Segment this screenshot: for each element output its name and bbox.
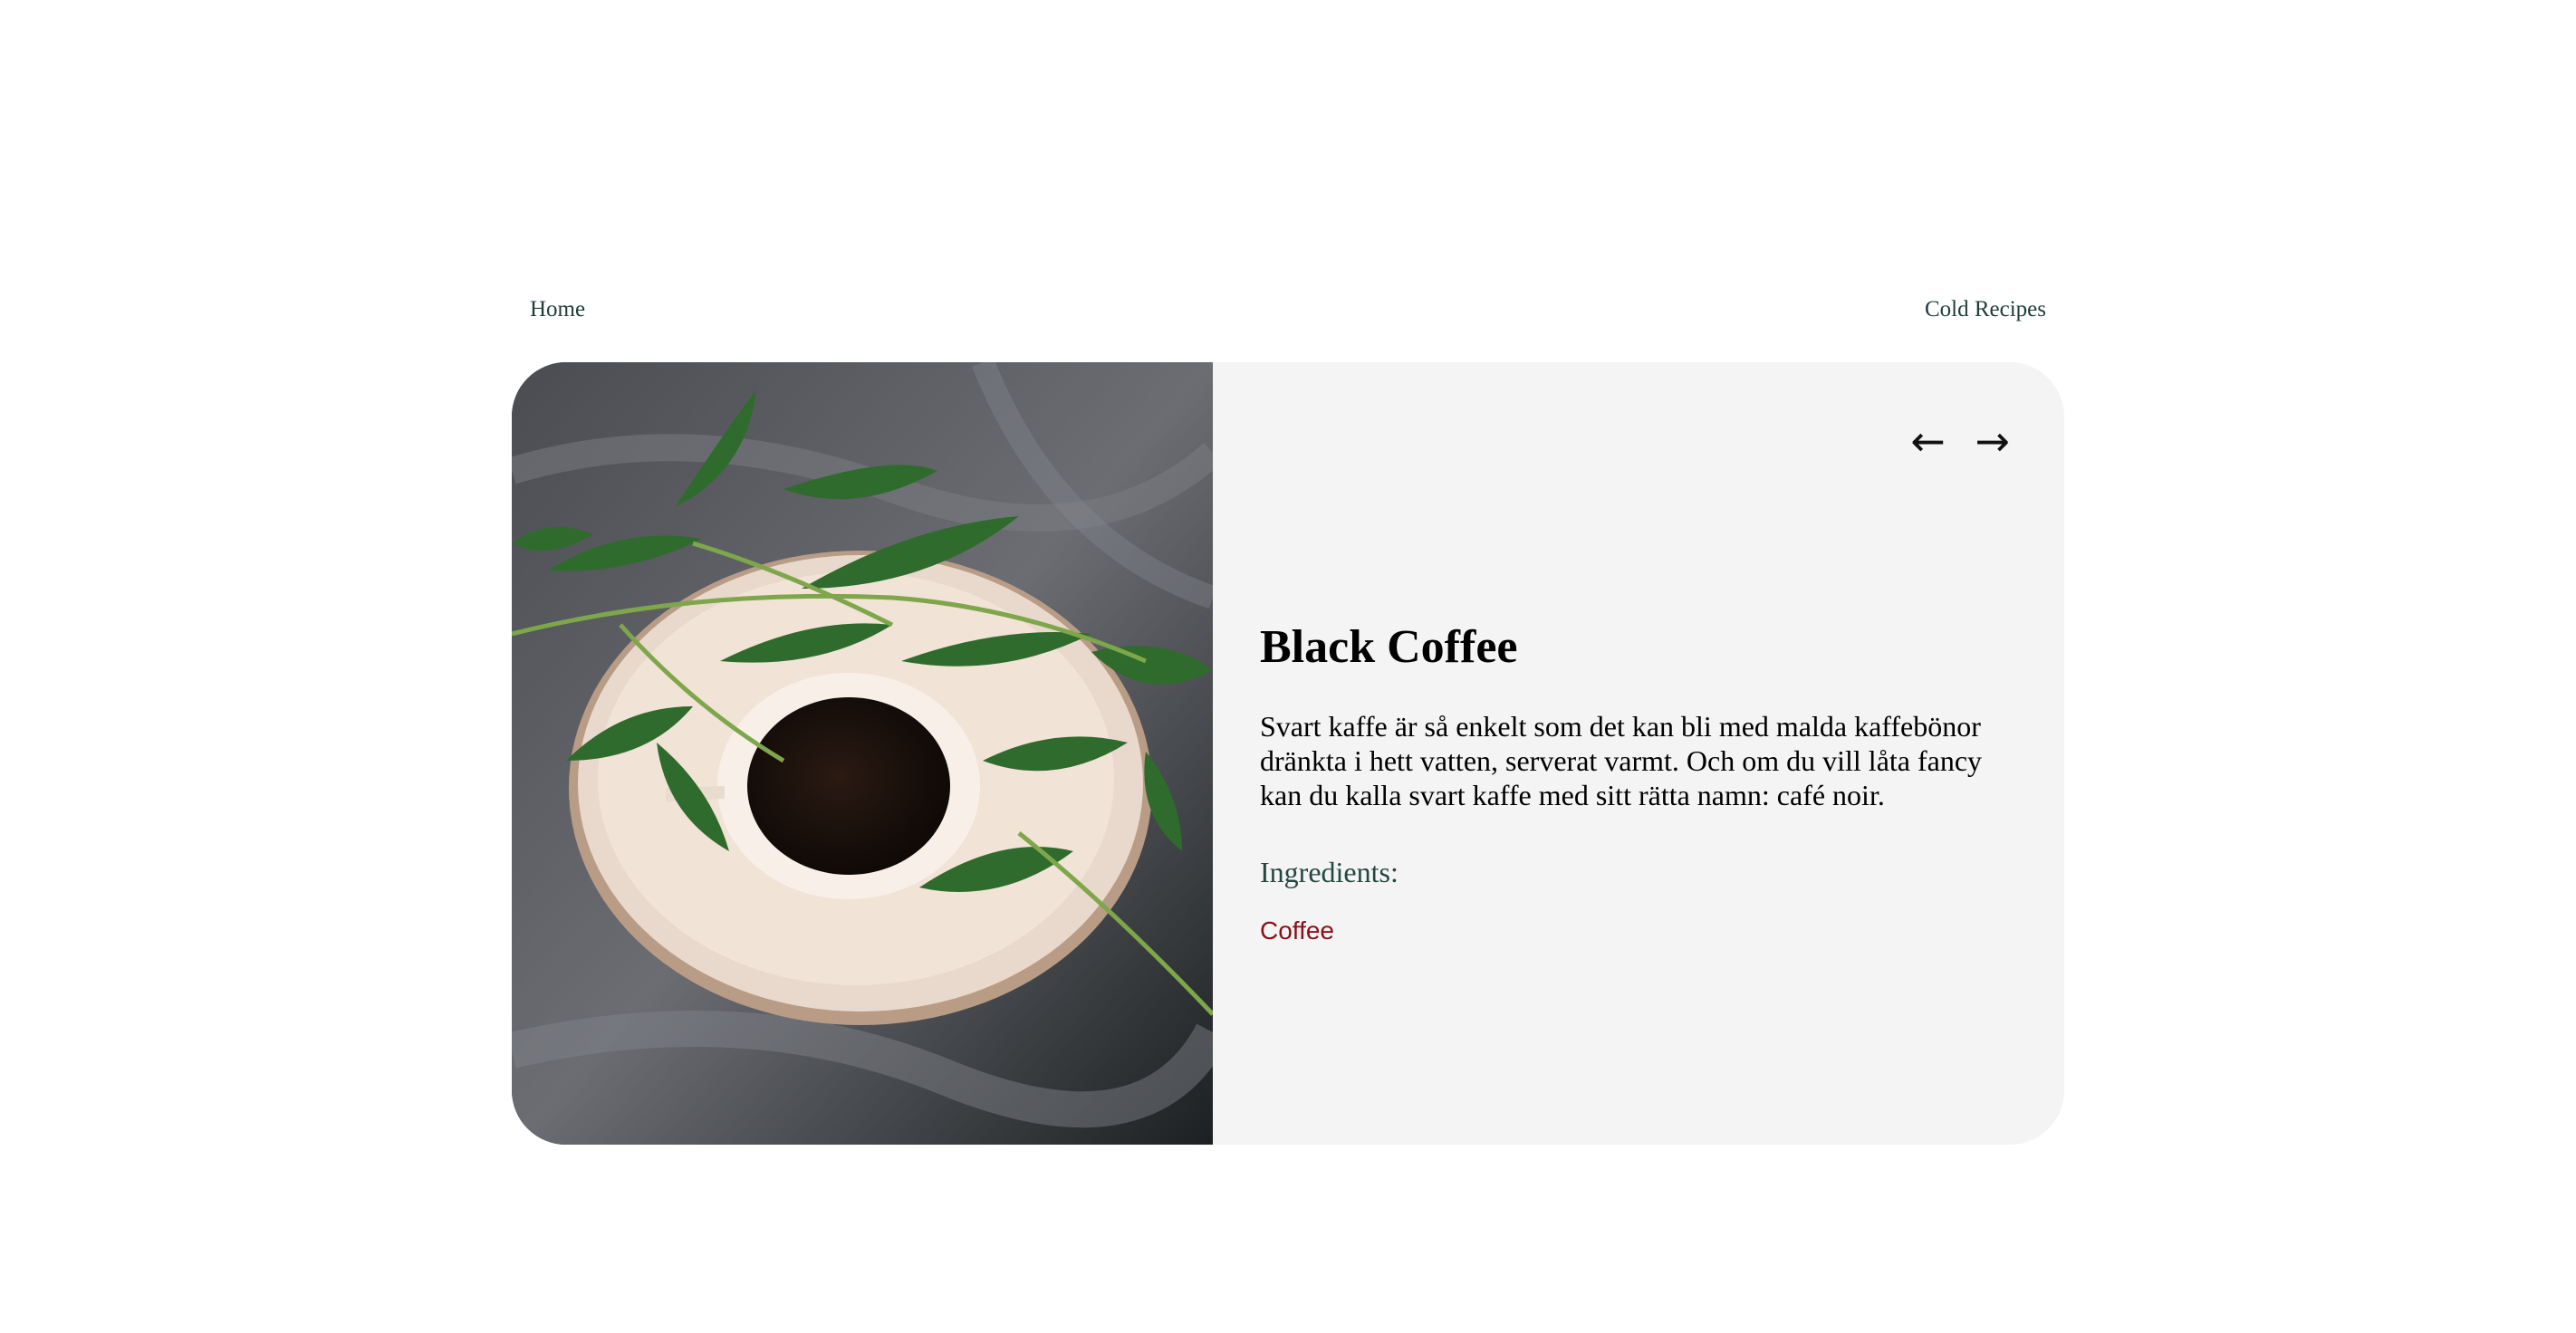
- arrow-right-icon[interactable]: →: [1975, 417, 2010, 465]
- cold-recipes-link[interactable]: Cold Recipes: [1925, 297, 2046, 322]
- home-link[interactable]: Home: [530, 297, 585, 322]
- top-nav: Home Cold Recipes: [512, 288, 2064, 342]
- coffee-photo: [512, 362, 1213, 1145]
- ingredients-heading: Ingredients:: [1260, 856, 1399, 888]
- recipe-content: ← → Black Coffee Svart kaffe är så enkel…: [1213, 362, 2064, 1145]
- ingredient-item: Coffee: [1260, 916, 1334, 945]
- recipe-card: ← → Black Coffee Svart kaffe är så enkel…: [512, 362, 2064, 1145]
- ingredients-list: Coffee: [1260, 916, 1334, 945]
- recipe-title: Black Coffee: [1260, 621, 1518, 673]
- recipe-description: Svart kaffe är så enkelt som det kan bli…: [1260, 710, 1983, 811]
- pager: ← →: [1894, 417, 2010, 465]
- arrow-left-icon[interactable]: ←: [1910, 417, 1946, 465]
